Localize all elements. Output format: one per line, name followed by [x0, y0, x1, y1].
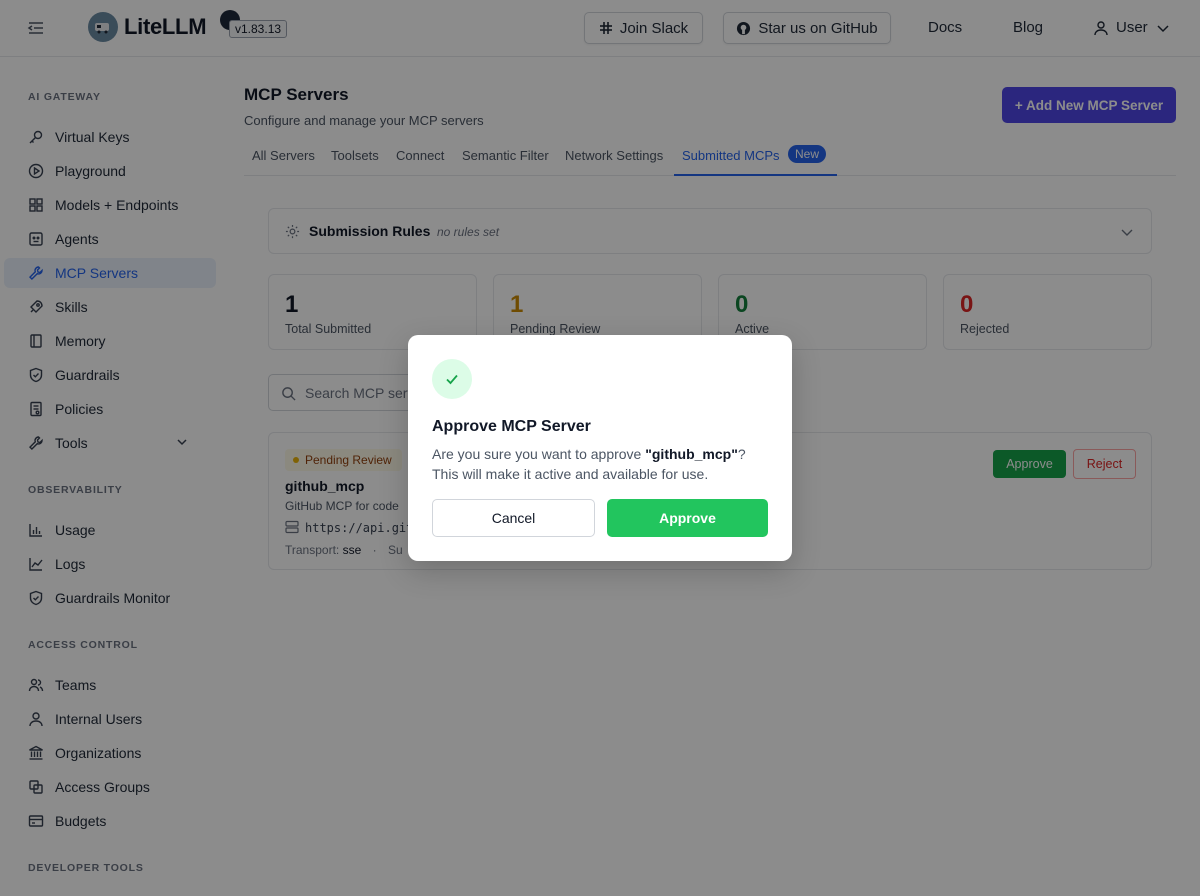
confirm-approve-button[interactable]: Approve — [607, 499, 768, 537]
check-circle-icon — [432, 359, 472, 399]
dialog-server-name: "github_mcp" — [645, 446, 738, 462]
cancel-button[interactable]: Cancel — [432, 499, 595, 537]
approve-dialog: Approve MCP Server Are you sure you want… — [408, 335, 792, 561]
dialog-message-prefix: Are you sure you want to approve — [432, 446, 646, 462]
dialog-title: Approve MCP Server — [432, 418, 591, 435]
dialog-message: Are you sure you want to approve "github… — [432, 444, 772, 484]
